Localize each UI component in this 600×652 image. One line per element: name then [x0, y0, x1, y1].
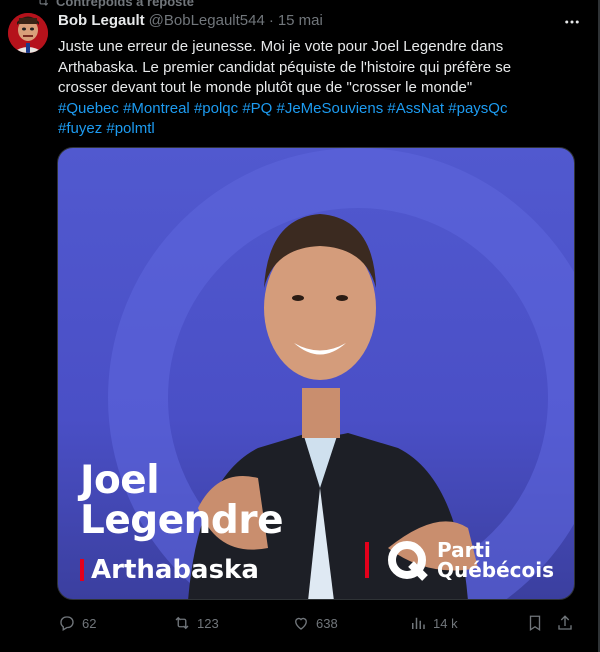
tweet-header: Bob Legault @BobLegault544 · 15 mai	[58, 12, 323, 29]
tweet-line: Juste une erreur de jeunesse. Moi je vot…	[58, 38, 504, 55]
views-count: 14 k	[433, 615, 458, 631]
pq-logo-icon	[387, 541, 428, 581]
hashtag-link[interactable]: #JeMeSouviens	[277, 100, 384, 117]
bookmark-button[interactable]	[526, 612, 544, 634]
heart-icon	[295, 617, 307, 630]
hashtag-link[interactable]: #Quebec	[58, 100, 119, 117]
red-accent-bar	[80, 559, 84, 581]
repost-button[interactable]: 123	[173, 612, 219, 634]
share-button[interactable]	[556, 612, 574, 634]
hashtag-link[interactable]: #paysQc	[448, 100, 507, 117]
hashtag-list: #Quebec #Montreal #polqc #PQ #JeMeSouvie…	[58, 99, 573, 140]
views-button[interactable]: 14 k	[409, 612, 458, 634]
candidate-last-name: Legendre	[80, 498, 284, 543]
reply-icon	[60, 616, 74, 631]
hashtag-link[interactable]: #polmtl	[106, 120, 154, 137]
like-button[interactable]: 638	[292, 612, 338, 634]
tweet-date[interactable]: 15 mai	[278, 12, 323, 29]
repost-label: Contrepoids a reposté	[56, 0, 194, 9]
riding-label: Arthabaska	[80, 555, 259, 585]
tweet-line: Arthabaska. Le premier candidat péquiste…	[58, 58, 512, 76]
repost-count: 123	[197, 615, 219, 631]
more-options-button[interactable]	[562, 12, 582, 32]
reply-count: 62	[82, 615, 97, 631]
party-logo: Parti Québécois	[364, 538, 554, 582]
author-handle[interactable]: @BobLegault544	[149, 12, 265, 29]
like-count: 638	[316, 615, 338, 631]
bookmark-icon	[529, 615, 541, 632]
hashtag-link[interactable]: #AssNat	[387, 100, 444, 117]
hashtag-link[interactable]: #PQ	[242, 100, 272, 117]
hashtag-link[interactable]: #Montreal	[123, 100, 190, 117]
repost-context[interactable]: Contrepoids a reposté	[36, 0, 194, 9]
reply-button[interactable]: 62	[58, 612, 96, 634]
candidate-name: Joel Legendre	[80, 458, 284, 543]
author-name[interactable]: Bob Legault	[58, 12, 145, 29]
party-name-line1: Parti	[436, 538, 491, 562]
avatar[interactable]	[8, 13, 48, 53]
red-accent-bar	[364, 542, 369, 578]
repost-icon	[175, 616, 189, 630]
tweet-image[interactable]: Joel Legendre Arthabaska Parti Québécois	[57, 147, 575, 600]
header-separator: ·	[268, 12, 274, 29]
hashtag-link[interactable]: #fuyez	[58, 120, 102, 137]
views-chart-icon	[412, 617, 425, 629]
repost-icon	[39, 0, 49, 6]
share-icon	[558, 615, 572, 630]
candidate-first-name: Joel	[80, 458, 160, 503]
hashtag-link[interactable]: #polqc	[194, 100, 238, 117]
party-name-line2: Québécois	[436, 558, 554, 582]
tweet-text: Juste une erreur de jeunesse. Moi je vot…	[58, 37, 573, 140]
tweet-line: crosser devant tout le monde plutôt que …	[58, 79, 473, 96]
riding-name: Arthabaska	[91, 555, 259, 585]
tweet-actions: 62 123 638 14 k	[58, 612, 578, 634]
more-horizontal-icon	[565, 20, 579, 24]
